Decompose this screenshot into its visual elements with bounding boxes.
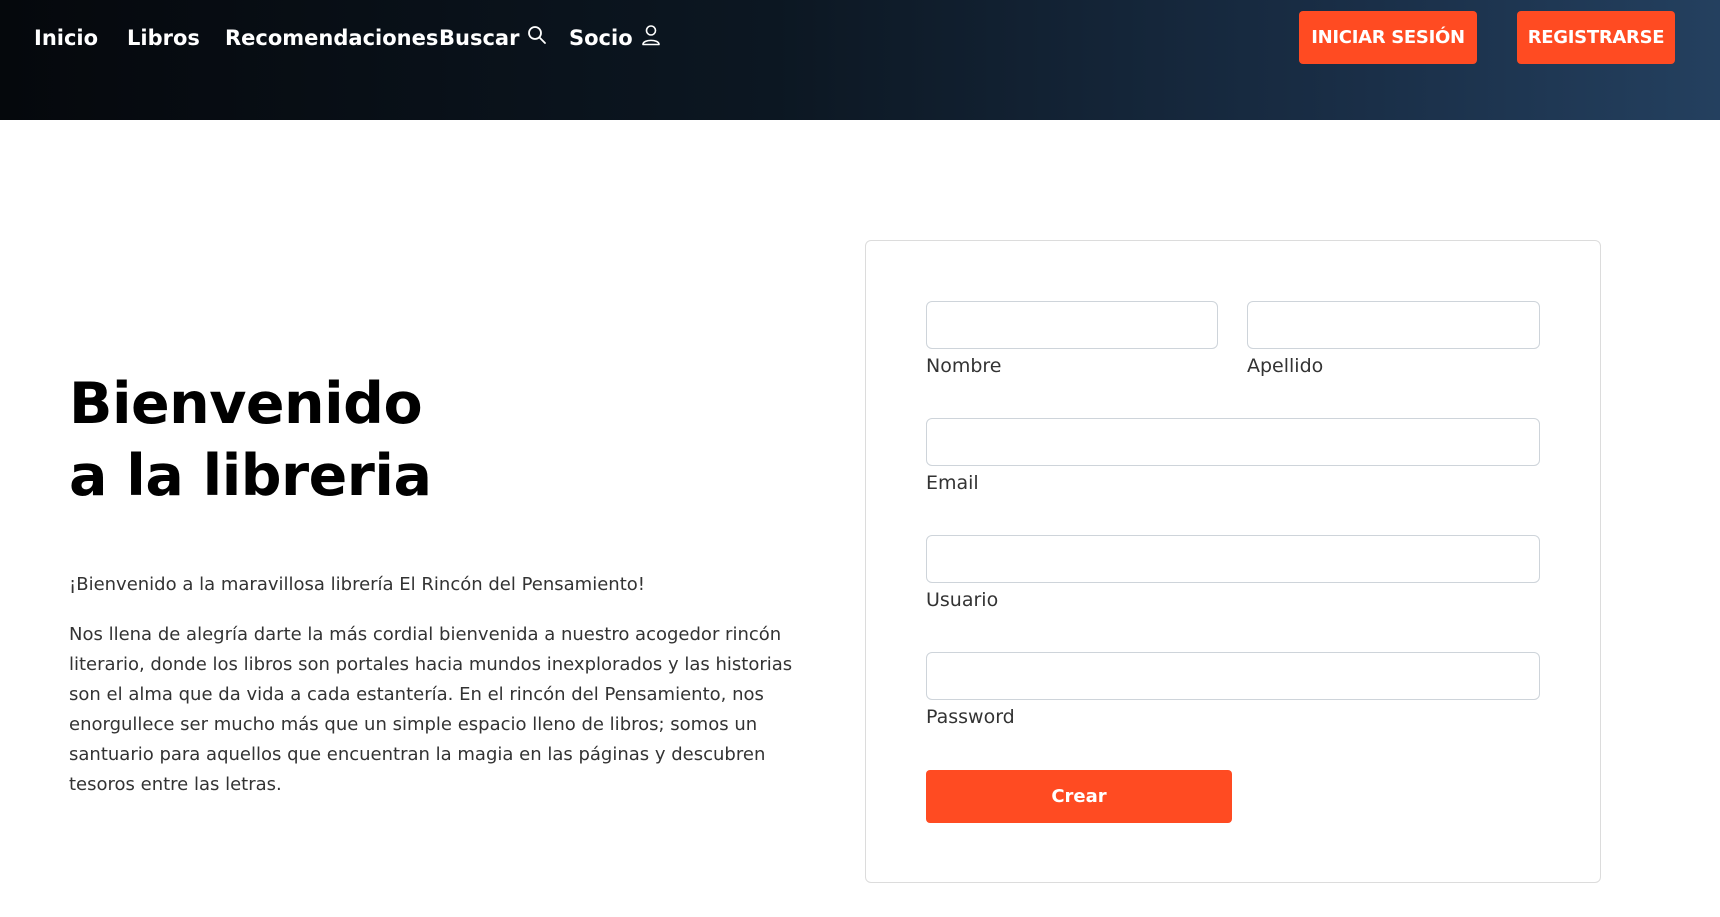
welcome-line: literario, donde los libros son portales… [69, 654, 793, 675]
welcome-line: enorgullece ser mucho más que un simple … [69, 714, 758, 735]
nav-link-recomendaciones[interactable]: Recomendaciones [225, 22, 438, 54]
nombre-label: Nombre [926, 355, 1002, 377]
usuario-label: Usuario [926, 589, 999, 611]
nav-link-inicio[interactable]: Inicio [34, 22, 98, 54]
search-icon [527, 25, 547, 45]
nombre-field-group: Nombre [926, 301, 1218, 379]
nombre-input[interactable] [926, 301, 1218, 349]
email-field-group: Email [926, 418, 1540, 496]
welcome-line: tesoros entre las letras. [69, 774, 282, 795]
nav-link-libros[interactable]: Libros [127, 22, 200, 54]
email-label: Email [926, 472, 979, 494]
register-button[interactable]: REGISTRARSE [1517, 11, 1675, 64]
registration-form: Nombre Apellido Email Usuario Password C… [865, 240, 1601, 883]
nav-link-label: Recomendaciones [225, 26, 439, 50]
nav-link-socio[interactable]: Socio [569, 22, 661, 54]
password-field-group: Password [926, 652, 1540, 730]
page-title-line2: a la libreria [69, 443, 432, 509]
email-input[interactable] [926, 418, 1540, 466]
welcome-line: son el alma que da vida a cada estanterí… [69, 684, 764, 705]
page-title: Bienvenido a la libreria [69, 368, 432, 512]
top-navbar: Inicio Libros Recomendaciones Buscar Soc… [0, 0, 1720, 120]
intro-paragraph: ¡Bienvenido a la maravillosa librería El… [69, 574, 645, 595]
apellido-input[interactable] [1247, 301, 1540, 349]
password-input[interactable] [926, 652, 1540, 700]
nav-link-label: Socio [569, 26, 633, 50]
crear-button[interactable]: Crear [926, 770, 1232, 823]
nav-link-label: Buscar [439, 26, 520, 50]
password-label: Password [926, 706, 1015, 728]
user-icon [641, 24, 661, 46]
usuario-input[interactable] [926, 535, 1540, 583]
page-title-line1: Bienvenido [69, 371, 423, 437]
nav-link-buscar[interactable]: Buscar [439, 22, 547, 54]
nav-link-label: Inicio [34, 26, 99, 50]
welcome-line: Nos llena de alegría darte la más cordia… [69, 624, 782, 645]
login-button[interactable]: INICIAR SESIÓN [1299, 11, 1477, 64]
welcome-paragraph: Nos llena de alegría darte la más cordia… [69, 620, 793, 800]
apellido-field-group: Apellido [1247, 301, 1540, 379]
nav-link-label: Libros [127, 26, 200, 50]
apellido-label: Apellido [1247, 355, 1324, 377]
usuario-field-group: Usuario [926, 535, 1540, 613]
welcome-line: santuario para aquellos que encuentran l… [69, 744, 766, 765]
